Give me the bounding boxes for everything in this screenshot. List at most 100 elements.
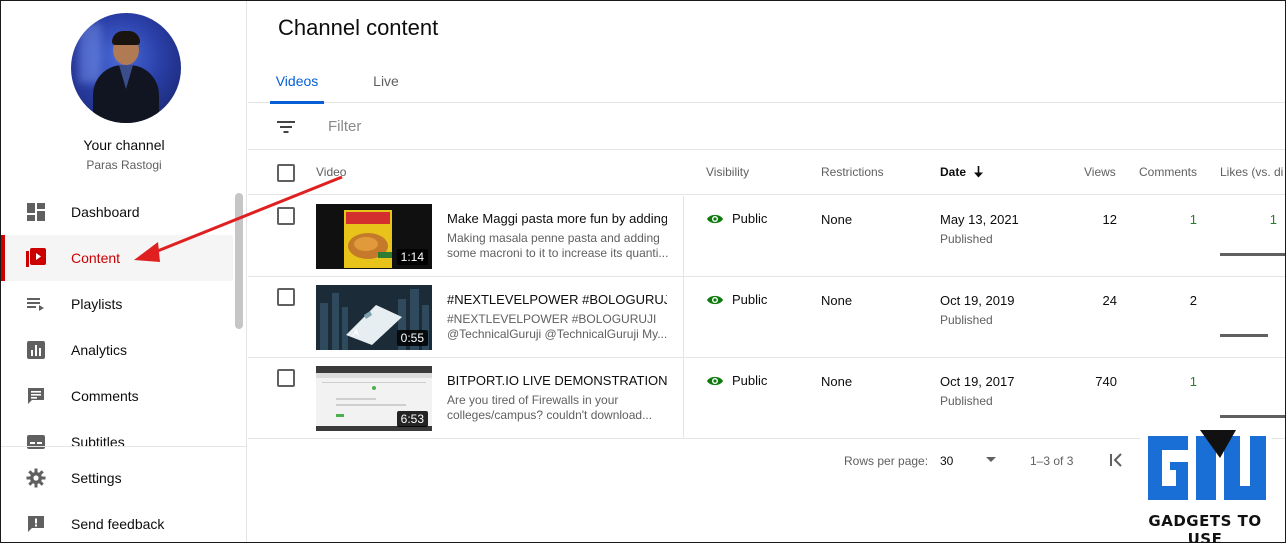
table-header: Video Visibility Restrictions Date Views… (248, 151, 1285, 195)
visibility-label: Public (732, 373, 768, 388)
filter-input[interactable]: Filter (328, 118, 361, 135)
sidebar: Your channel Paras Rastogi Dashboard Con… (1, 1, 247, 542)
playlists-icon (25, 293, 47, 315)
pagination-range: 1–3 of 3 (1030, 454, 1074, 468)
comments-cell[interactable]: 1 (1190, 212, 1197, 227)
filter-bar: Filter (248, 104, 1285, 150)
rows-per-page-label: Rows per page: (844, 454, 929, 468)
views-cell: 12 (1102, 212, 1117, 227)
watermark-logo: GADGETS TO USE (1130, 428, 1280, 543)
sidebar-item-comments[interactable]: Comments (1, 373, 233, 419)
row-checkbox[interactable] (277, 288, 295, 306)
eye-icon (707, 376, 723, 385)
video-description: #NEXTLEVELPOWER #BOLOGURUJI @TechnicalGu… (447, 312, 668, 341)
visibility-label: Public (732, 292, 768, 307)
column-header-restrictions: Restrictions (821, 165, 884, 179)
table-row[interactable]: 0:55 #NEXTLEVELPOWER #BOLOGURUJI ... #NE… (248, 277, 1285, 358)
column-header-comments: Comments (1139, 165, 1198, 179)
video-duration: 6:53 (396, 411, 428, 427)
content-icon (25, 247, 47, 269)
publish-status: Published (940, 394, 993, 408)
views-cell: 24 (1102, 293, 1117, 308)
video-title[interactable]: Make Maggi pasta more fun by adding ... (447, 211, 667, 226)
sidebar-item-playlists[interactable]: Playlists (1, 281, 233, 327)
comments-cell[interactable]: 2 (1190, 293, 1197, 308)
table-row[interactable]: 6:53 BITPORT.IO LIVE DEMONSTRATION [h...… (248, 358, 1285, 439)
column-header-video: Video (316, 165, 347, 179)
column-header-visibility: Visibility (706, 165, 750, 179)
chevron-down-icon[interactable] (986, 457, 996, 462)
sidebar-item-send-feedback[interactable]: Send feedback (1, 501, 246, 542)
sidebar-bottom-nav: Settings Send feedback (1, 455, 246, 542)
filter-icon[interactable] (276, 118, 296, 136)
tab-videos[interactable]: Videos (270, 58, 324, 104)
sidebar-item-label: Content (71, 250, 121, 266)
date-cell: May 13, 2021 (940, 212, 1019, 227)
visibility-cell[interactable]: Public (706, 211, 767, 226)
column-divider (683, 358, 684, 438)
restrictions-cell: None (821, 212, 853, 227)
rows-per-page-select[interactable]: 30 (940, 454, 953, 468)
sidebar-item-dashboard[interactable]: Dashboard (1, 189, 233, 235)
sidebar-scrollbar[interactable] (235, 193, 243, 329)
video-title[interactable]: #NEXTLEVELPOWER #BOLOGURUJI ... (447, 292, 667, 307)
visibility-label: Public (732, 211, 768, 226)
visibility-cell[interactable]: Public (706, 292, 767, 307)
visibility-cell[interactable]: Public (706, 373, 767, 388)
comments-icon (25, 385, 47, 407)
analytics-icon (25, 339, 47, 361)
sidebar-item-label: Dashboard (71, 204, 140, 220)
row-checkbox[interactable] (277, 369, 295, 387)
column-divider (683, 277, 684, 357)
video-description: Are you tired of Firewalls in your colle… (447, 393, 653, 422)
video-thumbnail[interactable]: 1:14 (316, 204, 432, 269)
publish-status: Published (940, 313, 993, 327)
likes-ratio-bar (1220, 253, 1285, 256)
likes-ratio-bar (1220, 334, 1268, 337)
column-header-views: Views (1084, 165, 1116, 179)
publish-status: Published (940, 232, 993, 246)
video-duration: 1:14 (396, 249, 428, 265)
video-thumbnail[interactable]: 0:55 (316, 285, 432, 350)
channel-title: Your channel (83, 137, 165, 153)
watermark-text: GADGETS TO USE (1148, 512, 1262, 543)
sidebar-divider (1, 446, 246, 447)
video-title[interactable]: BITPORT.IO LIVE DEMONSTRATION [h... (447, 373, 667, 388)
sidebar-item-settings[interactable]: Settings (1, 455, 246, 501)
sidebar-item-label: Analytics (71, 342, 128, 358)
feedback-icon (25, 513, 47, 535)
sidebar-nav: Dashboard Content Playlists Analytics Co… (1, 189, 233, 465)
date-cell: Oct 19, 2017 (940, 374, 1015, 389)
eye-icon (707, 295, 723, 304)
watermark-logo-mark (1140, 428, 1272, 508)
channel-name: Paras Rastogi (86, 158, 162, 172)
first-page-icon[interactable] (1106, 450, 1126, 470)
gear-icon (25, 467, 47, 489)
sidebar-item-label: Send feedback (71, 516, 165, 532)
date-cell: Oct 19, 2019 (940, 293, 1015, 308)
views-cell: 740 (1095, 374, 1117, 389)
select-all-checkbox[interactable] (277, 164, 295, 182)
column-header-date-label: Date (940, 165, 967, 179)
sidebar-item-label: Playlists (71, 296, 123, 312)
video-thumbnail[interactable]: 6:53 (316, 366, 432, 431)
sidebar-item-content[interactable]: Content (1, 235, 233, 281)
video-duration: 0:55 (396, 330, 428, 346)
column-header-likes: Likes (vs. di (1220, 165, 1284, 179)
dashboard-icon (25, 201, 47, 223)
sidebar-item-label: Settings (71, 470, 122, 486)
row-checkbox[interactable] (277, 207, 295, 225)
sidebar-item-label: Comments (71, 388, 139, 404)
avatar[interactable] (71, 13, 181, 123)
comments-cell[interactable]: 1 (1190, 374, 1197, 389)
column-divider (683, 196, 684, 276)
tab-live[interactable]: Live (360, 58, 412, 103)
restrictions-cell: None (821, 293, 853, 308)
column-header-date[interactable]: Date (940, 165, 984, 179)
table-row[interactable]: 1:14 Make Maggi pasta more fun by adding… (248, 196, 1285, 277)
video-description: Making masala penne pasta and adding som… (447, 231, 669, 260)
eye-icon (707, 214, 723, 223)
restrictions-cell: None (821, 374, 853, 389)
sidebar-item-analytics[interactable]: Analytics (1, 327, 233, 373)
subtitles-icon (25, 431, 47, 453)
